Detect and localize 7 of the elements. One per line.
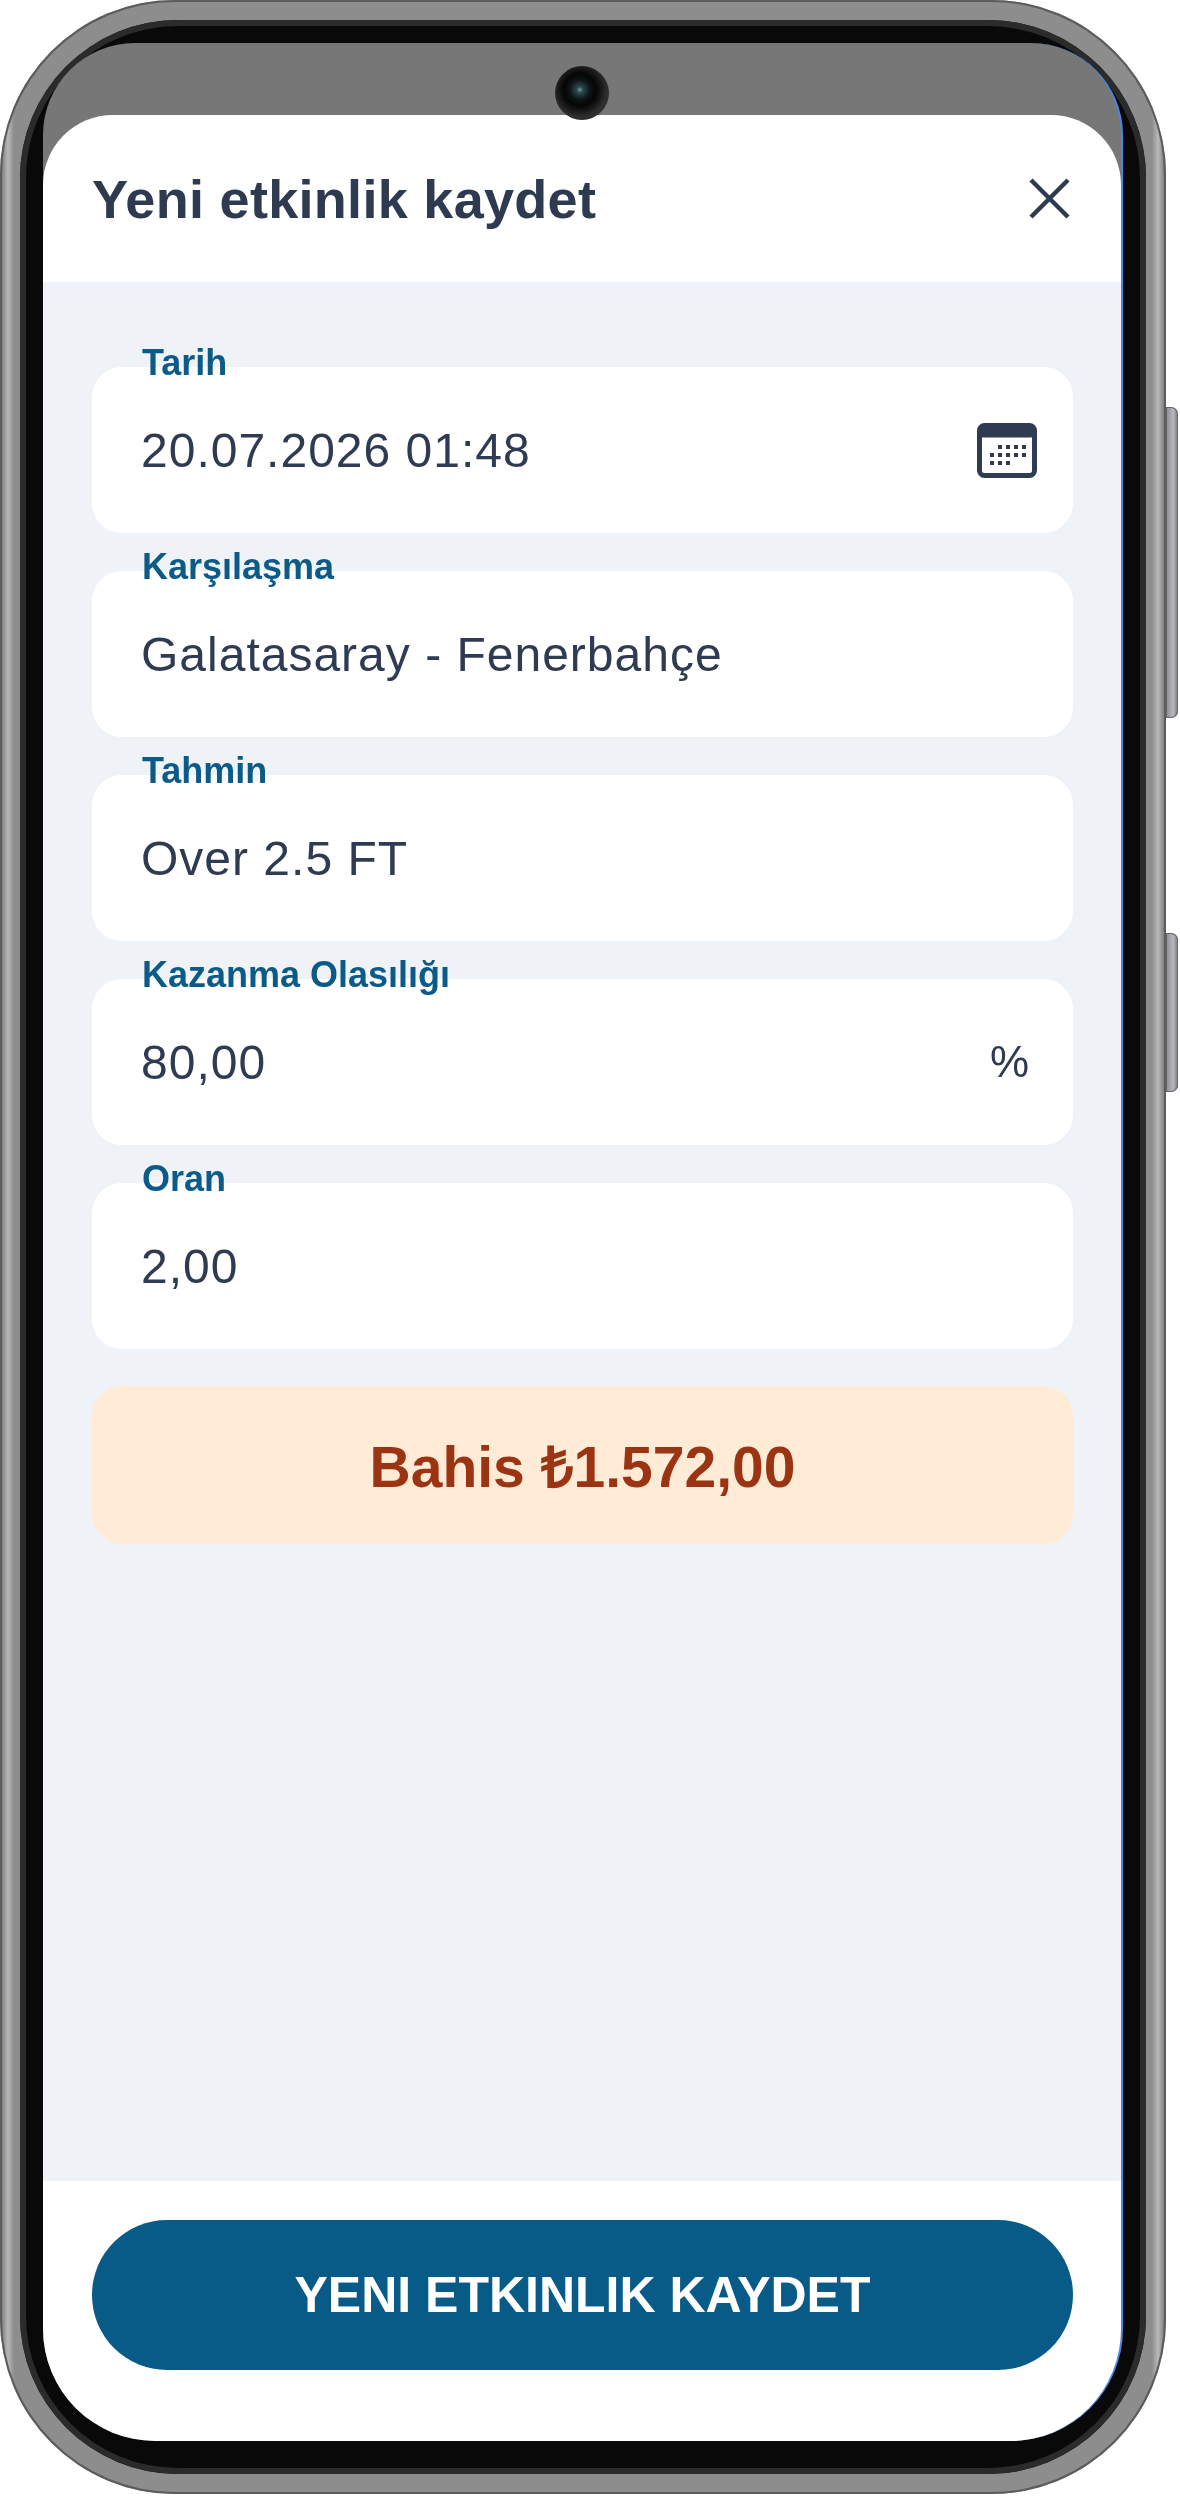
- dialog-title: Yeni etkinlik kaydet: [92, 167, 597, 230]
- front-camera-icon: [555, 66, 609, 120]
- save-button[interactable]: YENI ETKINLIK KAYDET: [92, 2220, 1073, 2370]
- calendar-icon[interactable]: [977, 422, 1037, 478]
- close-button[interactable]: [1029, 178, 1070, 219]
- stake-amount: Bahis ₺1.572,00: [369, 1434, 796, 1501]
- percent-suffix: %: [989, 1037, 1029, 1087]
